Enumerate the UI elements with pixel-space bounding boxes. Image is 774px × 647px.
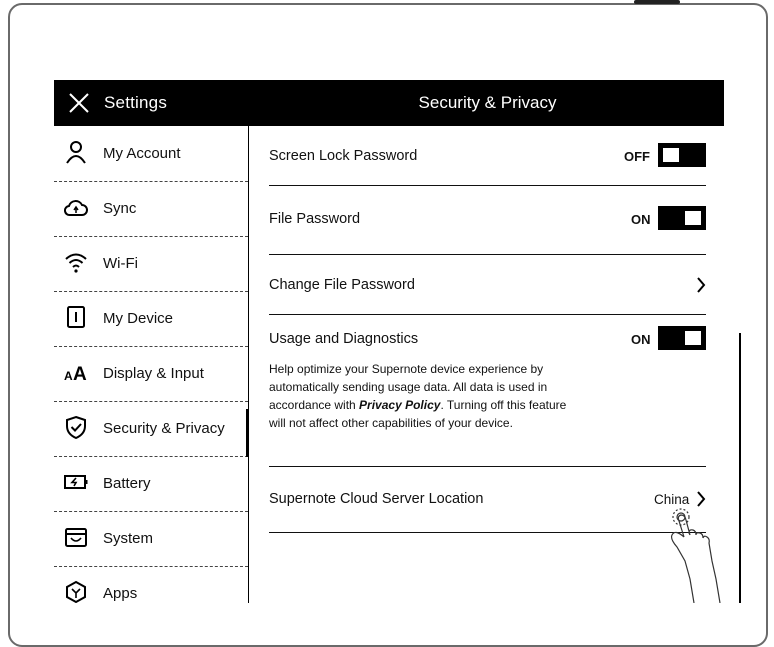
sidebar: My Account Sync Wi-Fi My Device A A Disp…	[54, 126, 249, 603]
sidebar-item-label: Sync	[103, 200, 137, 217]
svg-text:A: A	[73, 364, 87, 384]
sidebar-item-sync[interactable]: Sync	[54, 181, 248, 237]
sidebar-item-label: Display & Input	[103, 365, 204, 382]
sidebar-item-label: My Account	[103, 145, 181, 162]
sidebar-item-my-account[interactable]: My Account	[54, 126, 248, 182]
device-icon	[67, 306, 85, 328]
font-size-icon: A A	[64, 364, 87, 384]
sidebar-item-label: Wi-Fi	[103, 255, 138, 272]
sidebar-item-label: System	[103, 530, 154, 547]
settings-screen: Settings Security & Privacy My Account S…	[54, 80, 724, 603]
privacy-policy-link[interactable]: Privacy Policy	[359, 398, 440, 412]
file-password-label: File Password	[269, 211, 361, 227]
screen-lock-row[interactable]: Screen Lock Password OFF	[269, 126, 706, 186]
apps-icon	[66, 580, 86, 603]
cloud-location-row[interactable]: Supernote Cloud Server Location China	[269, 467, 706, 533]
sidebar-item-apps[interactable]: Apps	[54, 566, 248, 603]
wifi-icon	[65, 253, 87, 273]
page-title: Security & Privacy	[418, 93, 557, 112]
close-icon[interactable]	[66, 90, 92, 116]
screen-lock-toggle[interactable]	[658, 143, 706, 167]
change-file-password-label: Change File Password	[269, 277, 415, 293]
file-password-toggle[interactable]	[658, 206, 706, 230]
sidebar-item-security-privacy[interactable]: Security & Privacy	[54, 401, 249, 457]
settings-title: Settings	[104, 93, 168, 112]
top-bar: Settings Security & Privacy	[54, 80, 724, 126]
toggle-knob	[684, 210, 702, 226]
toggle-knob	[684, 330, 702, 346]
cloud-location-label: Supernote Cloud Server Location	[269, 491, 484, 507]
sidebar-item-system[interactable]: System	[54, 511, 248, 567]
change-file-password-row[interactable]: Change File Password	[269, 255, 706, 315]
person-icon	[66, 141, 86, 164]
sidebar-item-label: Apps	[103, 585, 138, 602]
sidebar-item-battery[interactable]: Battery	[54, 456, 248, 512]
sidebar-item-my-device[interactable]: My Device	[54, 291, 248, 347]
battery-icon	[64, 475, 88, 489]
chevron-right-icon	[697, 277, 706, 293]
cloud-sync-icon	[64, 200, 88, 216]
shield-check-icon	[66, 415, 86, 439]
usage-diagnostics-toggle[interactable]	[658, 326, 706, 350]
sidebar-item-label: Battery	[103, 475, 151, 492]
usage-diagnostics-row: Usage and Diagnostics ON Help optimize y…	[269, 315, 706, 467]
settings-content: Screen Lock Password OFF File Password O…	[249, 126, 724, 603]
system-icon	[65, 528, 87, 547]
sidebar-item-wifi[interactable]: Wi-Fi	[54, 236, 248, 292]
sidebar-item-label: My Device	[103, 310, 174, 327]
svg-text:A: A	[64, 369, 73, 383]
tap-hand-icon	[670, 508, 721, 603]
usage-diagnostics-label: Usage and Diagnostics	[269, 331, 419, 347]
file-password-row[interactable]: File Password ON	[269, 186, 706, 255]
usage-description: Help optimize your Supernote device expe…	[269, 360, 579, 432]
sidebar-item-label: Security & Privacy	[103, 420, 225, 437]
screen-lock-state: OFF	[624, 149, 650, 164]
sidebar-item-display-input[interactable]: A A Display & Input	[54, 346, 248, 402]
screen-lock-label: Screen Lock Password	[269, 148, 418, 164]
power-button	[634, 0, 680, 4]
file-password-state: ON	[631, 212, 651, 227]
usage-diagnostics-state: ON	[631, 332, 651, 347]
toggle-knob	[662, 147, 680, 163]
